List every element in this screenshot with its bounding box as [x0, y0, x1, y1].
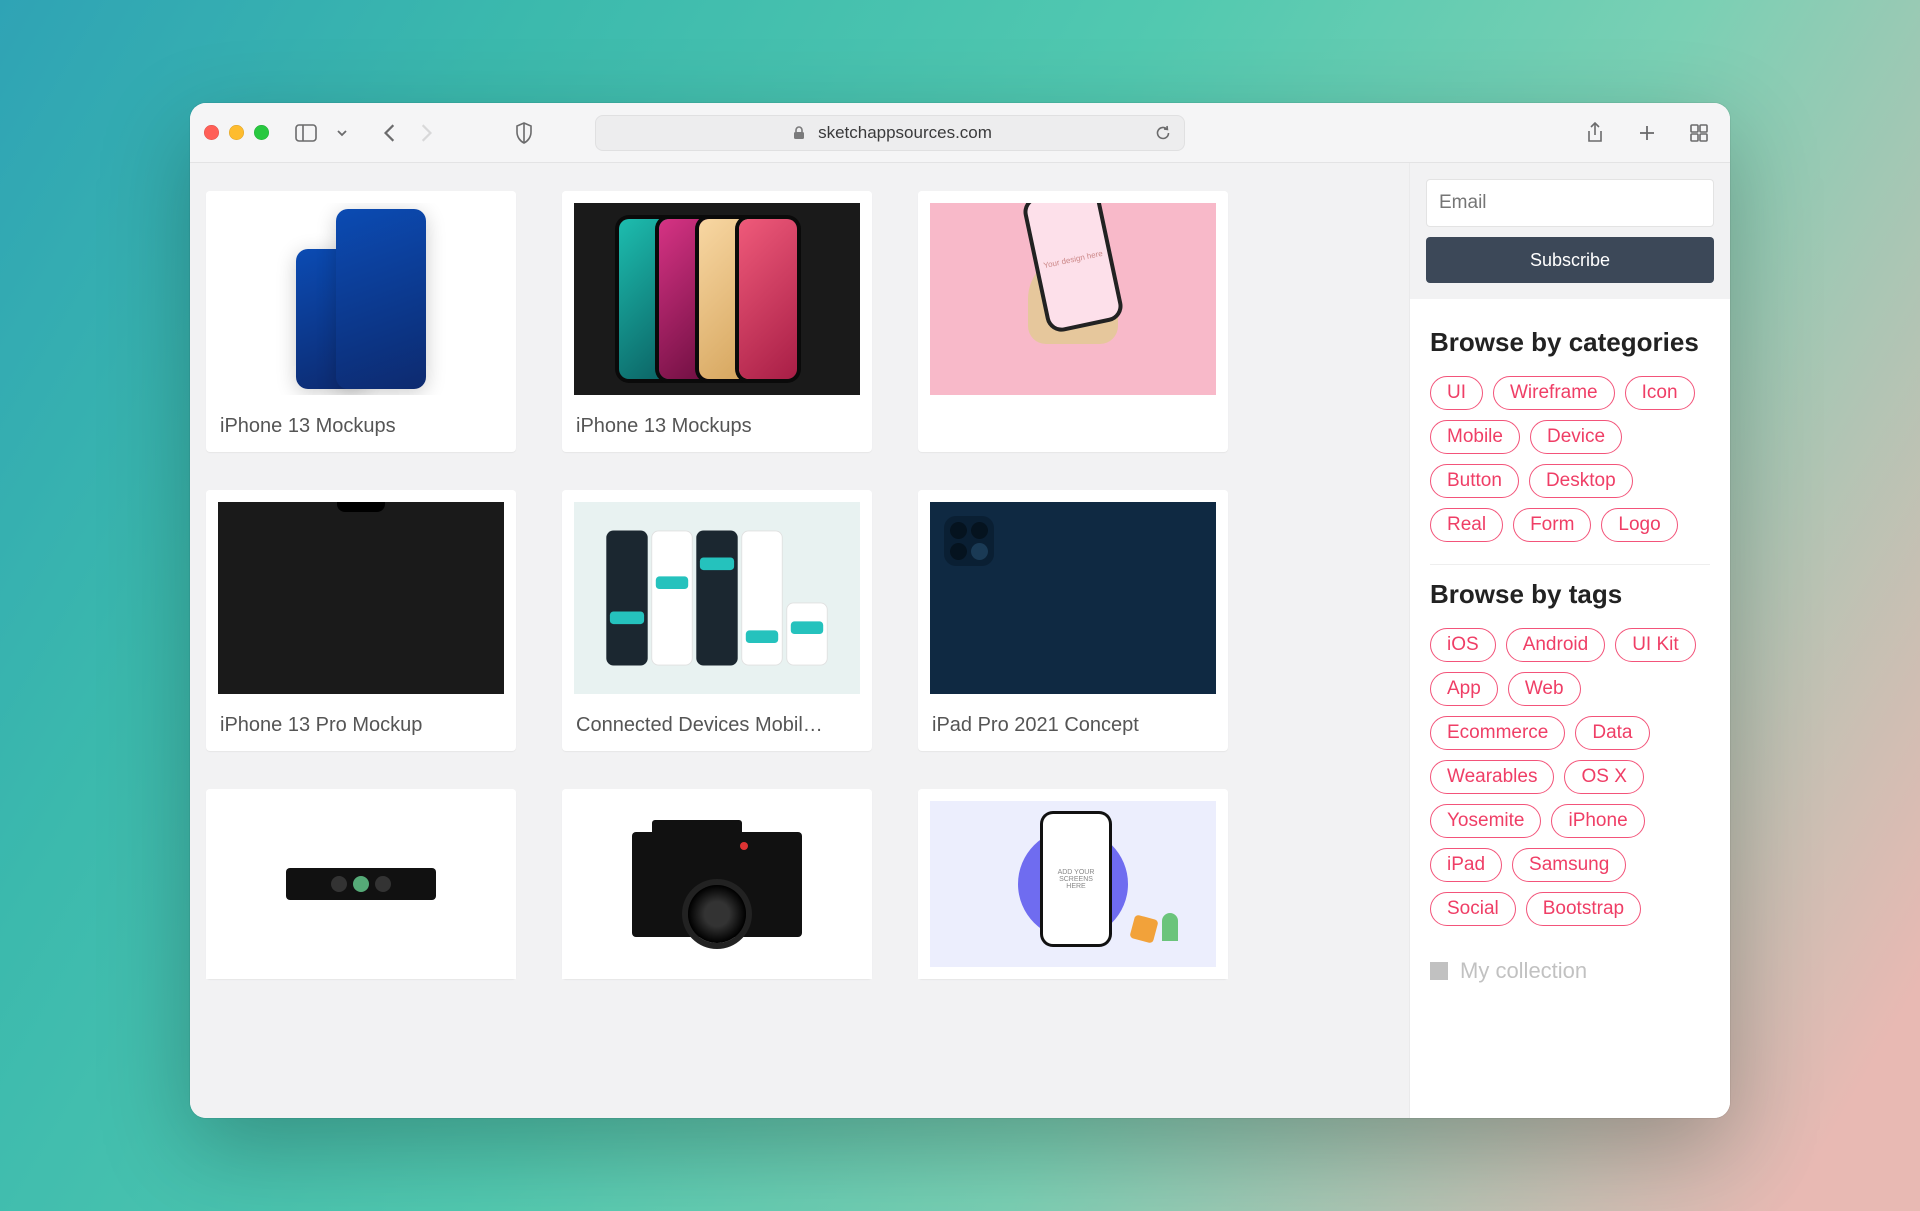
share-button[interactable]	[1578, 116, 1612, 150]
tab-overview-button[interactable]	[1682, 116, 1716, 150]
forward-button[interactable]	[409, 116, 443, 150]
card-thumbnail	[206, 191, 516, 407]
sidebar-dropdown-button[interactable]	[325, 116, 359, 150]
tags-heading: Browse by tags	[1430, 579, 1710, 610]
card-thumbnail: ADD YOUR SCREENS HERE	[918, 789, 1228, 979]
sidebar-toggle-button[interactable]	[289, 116, 323, 150]
card-thumbnail	[562, 789, 872, 979]
resource-card[interactable]	[206, 789, 516, 979]
privacy-report-button[interactable]	[507, 116, 541, 150]
card-title: Connected Devices Mobil…	[562, 706, 872, 741]
subscribe-box: Subscribe	[1410, 163, 1730, 299]
resource-card[interactable]: Connected Devices Mobil…	[562, 490, 872, 751]
browser-window: sketchappsources.com	[190, 103, 1730, 1118]
category-chip[interactable]: Wireframe	[1493, 376, 1615, 410]
card-title: iPad Pro 2021 Concept	[918, 706, 1228, 741]
tag-chip[interactable]: iOS	[1430, 628, 1496, 662]
category-chip[interactable]: Icon	[1625, 376, 1695, 410]
minimize-window-button[interactable]	[229, 125, 244, 140]
browser-toolbar: sketchappsources.com	[190, 103, 1730, 163]
plus-icon	[1636, 122, 1658, 144]
traffic-lights	[204, 125, 269, 140]
resource-card[interactable]: ADD YOUR SCREENS HERE	[918, 789, 1228, 979]
card-title: iPhone 13 Pro Mockup	[206, 706, 516, 741]
url-text: sketchappsources.com	[818, 123, 992, 143]
collection-icon	[1430, 962, 1448, 980]
category-chip[interactable]: Real	[1430, 508, 1503, 542]
tag-chip[interactable]: Data	[1575, 716, 1649, 750]
tags-list: iOS Android UI Kit App Web Ecommerce Dat…	[1430, 628, 1710, 948]
email-field[interactable]	[1426, 179, 1714, 227]
card-thumbnail	[206, 490, 516, 706]
card-thumbnail: Your design here	[918, 191, 1228, 407]
tag-chip[interactable]: Android	[1506, 628, 1606, 662]
category-chip[interactable]: Device	[1530, 420, 1622, 454]
new-tab-button[interactable]	[1630, 116, 1664, 150]
card-thumbnail	[562, 490, 872, 706]
tag-chip[interactable]: Wearables	[1430, 760, 1554, 794]
category-chip[interactable]: Mobile	[1430, 420, 1520, 454]
lock-icon	[788, 122, 810, 144]
shield-icon	[513, 122, 535, 144]
category-chip[interactable]: Desktop	[1529, 464, 1633, 498]
tag-chip[interactable]: App	[1430, 672, 1498, 706]
maximize-window-button[interactable]	[254, 125, 269, 140]
card-title	[918, 407, 1228, 431]
resource-card[interactable]: iPhone 13 Mockups	[562, 191, 872, 452]
close-window-button[interactable]	[204, 125, 219, 140]
categories-heading: Browse by categories	[1430, 327, 1710, 358]
tag-chip[interactable]: Web	[1508, 672, 1581, 706]
card-title: iPhone 13 Mockups	[206, 407, 516, 442]
categories-list: UI Wireframe Icon Mobile Device Button D…	[1430, 376, 1710, 565]
tag-chip[interactable]: Social	[1430, 892, 1516, 926]
chevron-right-icon	[415, 122, 437, 144]
subscribe-button[interactable]: Subscribe	[1426, 237, 1714, 283]
resource-card[interactable]: iPhone 13 Pro Mockup	[206, 490, 516, 751]
category-chip[interactable]: Button	[1430, 464, 1519, 498]
chevron-down-icon	[331, 122, 353, 144]
resource-card[interactable]: iPhone 13 Mockups	[206, 191, 516, 452]
category-chip[interactable]: UI	[1430, 376, 1483, 410]
tag-chip[interactable]: Bootstrap	[1526, 892, 1641, 926]
resource-card[interactable]	[562, 789, 872, 979]
placeholder-text: ADD YOUR SCREENS HERE	[1043, 814, 1109, 944]
placeholder-text: Your design here	[1025, 191, 1120, 330]
reload-icon[interactable]	[1152, 122, 1174, 144]
resource-card[interactable]: Your design here	[918, 191, 1228, 452]
my-collection-label: My collection	[1460, 958, 1587, 984]
tag-chip[interactable]: Samsung	[1512, 848, 1626, 882]
tag-chip[interactable]: Ecommerce	[1430, 716, 1565, 750]
card-thumbnail	[206, 789, 516, 979]
chevron-left-icon	[379, 122, 401, 144]
address-bar[interactable]: sketchappsources.com	[595, 115, 1185, 151]
category-chip[interactable]: Form	[1513, 508, 1591, 542]
my-collection-row[interactable]: My collection	[1430, 958, 1710, 984]
main-area: iPhone 13 Mockups iPhone 13 Mockups Your…	[190, 163, 1410, 1118]
resource-card[interactable]: iPad Pro 2021 Concept	[918, 490, 1228, 751]
tag-chip[interactable]: iPhone	[1551, 804, 1644, 838]
sidebar: Subscribe Browse by categories UI Wirefr…	[1410, 163, 1730, 1118]
card-thumbnail	[562, 191, 872, 407]
tag-chip[interactable]: Yosemite	[1430, 804, 1541, 838]
category-chip[interactable]: Logo	[1601, 508, 1677, 542]
sidebar-icon	[295, 122, 317, 144]
grid-icon	[1688, 122, 1710, 144]
resource-grid: iPhone 13 Mockups iPhone 13 Mockups Your…	[206, 191, 1398, 979]
card-thumbnail	[918, 490, 1228, 706]
tag-chip[interactable]: OS X	[1564, 760, 1643, 794]
back-button[interactable]	[373, 116, 407, 150]
tag-chip[interactable]: UI Kit	[1615, 628, 1695, 662]
page-content: iPhone 13 Mockups iPhone 13 Mockups Your…	[190, 163, 1730, 1118]
card-title: iPhone 13 Mockups	[562, 407, 872, 442]
share-icon	[1584, 122, 1606, 144]
tag-chip[interactable]: iPad	[1430, 848, 1502, 882]
